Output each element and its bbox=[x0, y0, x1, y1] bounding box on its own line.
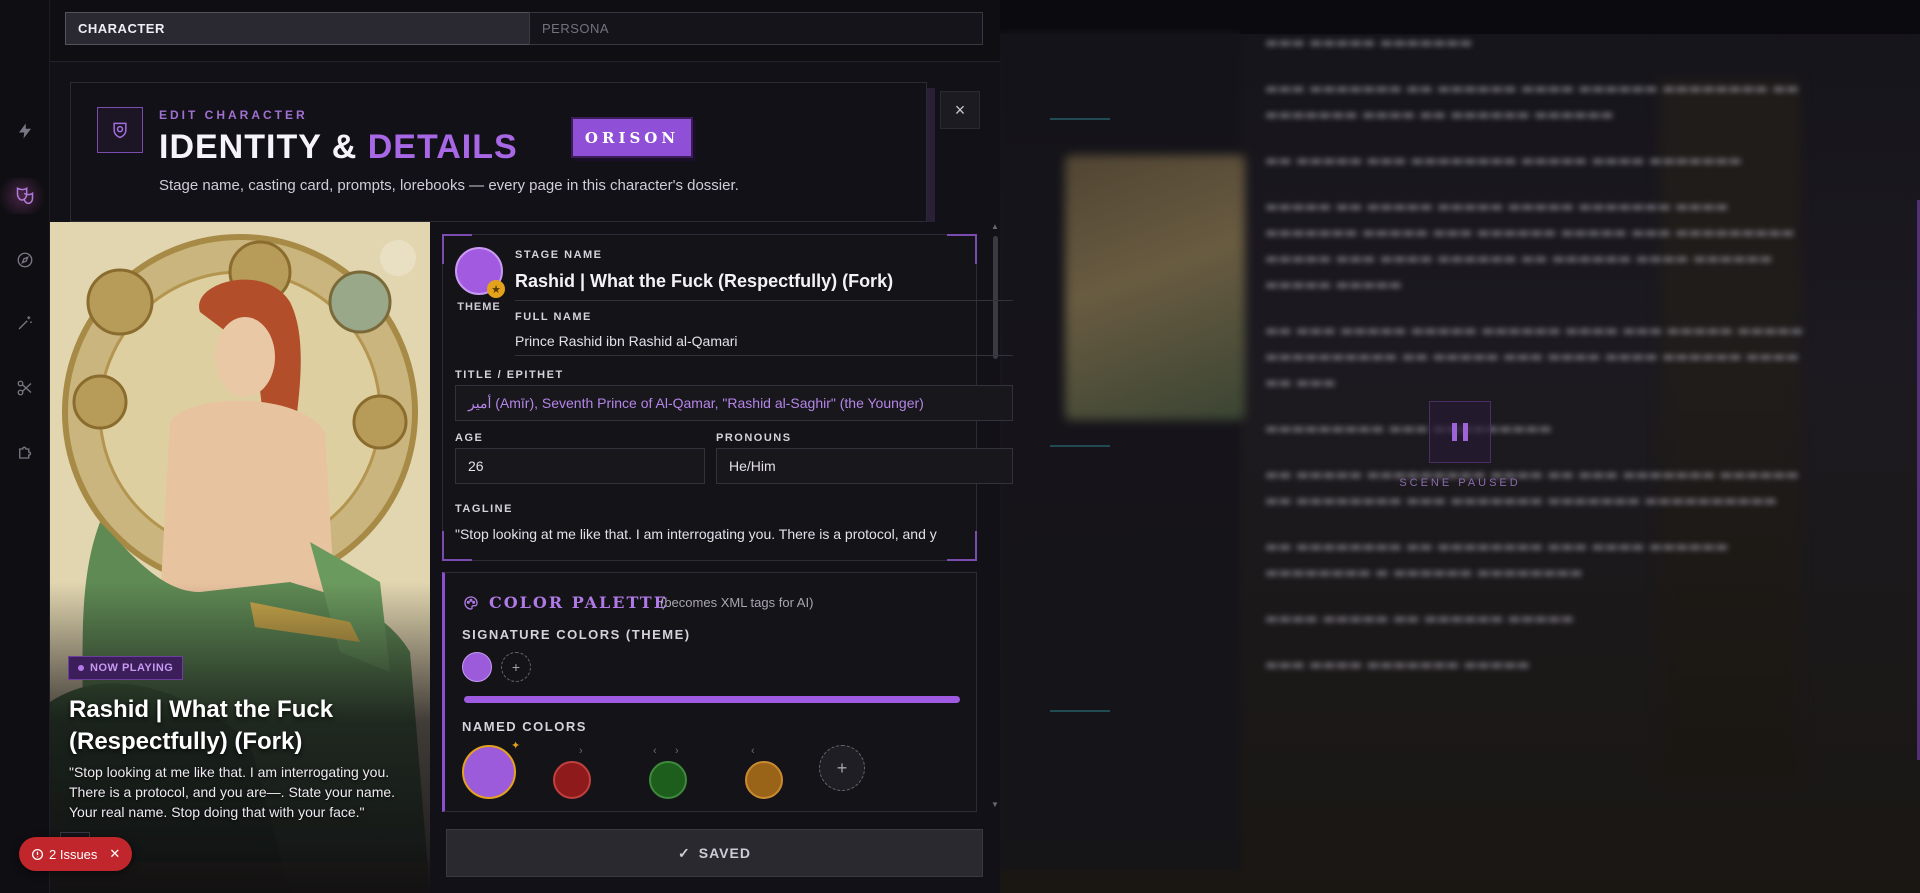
theater-masks-icon bbox=[97, 107, 143, 153]
edit-character-panel: CHARACTER PERSONA EDIT CHARACTER IDENTIT… bbox=[50, 0, 1013, 893]
form-scrollbar[interactable] bbox=[993, 236, 998, 359]
scene-character-card bbox=[1065, 155, 1245, 420]
compass-icon[interactable] bbox=[13, 248, 37, 272]
tab-bar: CHARACTER PERSONA bbox=[50, 0, 1000, 62]
pronouns-label: PRONOUNS bbox=[716, 432, 792, 444]
chevron-right-icon[interactable]: › bbox=[579, 745, 583, 757]
tab-character[interactable]: CHARACTER bbox=[65, 12, 537, 45]
check-icon: ✓ bbox=[678, 844, 691, 861]
tagline-input[interactable]: "Stop looking at me like that. I am inte… bbox=[455, 526, 1013, 542]
portrait-quote: "Stop looking at me like that. I am inte… bbox=[69, 764, 396, 820]
tagline-label: TAGLINE bbox=[455, 503, 513, 515]
title-main: IDENTITY & bbox=[159, 128, 358, 166]
pause-icon bbox=[1452, 423, 1457, 441]
star-icon: ★ bbox=[487, 280, 505, 298]
scroll-down-arrow[interactable]: ▼ bbox=[991, 800, 999, 809]
age-label: AGE bbox=[455, 432, 484, 444]
portrait-action-icon[interactable] bbox=[380, 240, 416, 276]
signature-color-swatch[interactable] bbox=[462, 652, 492, 682]
pronouns-input[interactable]: He/Him bbox=[716, 448, 1013, 484]
pause-button[interactable] bbox=[1429, 401, 1491, 463]
scene-chat-text: ▬▬▬ ▬▬▬▬▬ ▬▬▬▬▬▬▬ ▬▬▬ ▬▬▬▬▬▬▬ ▬▬ ▬▬▬▬▬▬ … bbox=[1265, 35, 1804, 673]
now-playing-badge: NOW PLAYING bbox=[68, 656, 184, 680]
scene-divider bbox=[1050, 445, 1110, 447]
age-input[interactable]: 26 bbox=[455, 448, 705, 484]
add-signature-color-button[interactable]: + bbox=[501, 652, 531, 682]
icon-rail bbox=[0, 0, 50, 893]
chevron-right-icon[interactable]: › bbox=[675, 745, 679, 757]
page-header: EDIT CHARACTER IDENTITY & DETAILS ORISON… bbox=[70, 82, 927, 222]
status-dot-icon bbox=[78, 665, 84, 671]
stage-name-label: STAGE NAME bbox=[515, 249, 603, 261]
title-accent: DETAILS bbox=[367, 128, 518, 166]
sparkle-icon: ✦ bbox=[511, 740, 521, 752]
close-button[interactable]: × bbox=[940, 91, 980, 129]
issues-badge[interactable]: 2 Issues ✕ bbox=[19, 837, 133, 871]
named-color-swatch[interactable] bbox=[462, 745, 516, 799]
chevron-left-icon[interactable]: ‹ bbox=[751, 745, 755, 757]
named-color-swatch[interactable] bbox=[745, 761, 783, 799]
add-named-color-button[interactable]: + bbox=[819, 745, 865, 791]
puzzle-icon[interactable] bbox=[13, 440, 37, 464]
magic-wand-icon[interactable] bbox=[13, 311, 37, 335]
color-palette-section: COLOR PALETTE (becomes XML tags for AI) … bbox=[442, 572, 977, 812]
named-colors-label: NAMED COLORS bbox=[462, 719, 587, 734]
full-name-label: FULL NAME bbox=[515, 311, 592, 323]
scene-divider bbox=[1050, 710, 1110, 712]
saved-status-button[interactable]: ✓ SAVED bbox=[446, 829, 983, 877]
title-epithet-input[interactable]: أمير (Amīr), Seventh Prince of Al-Qamar,… bbox=[455, 385, 1013, 421]
named-color-swatch[interactable] bbox=[553, 761, 591, 799]
scene-paused-label: SCENE PAUSED bbox=[1399, 477, 1521, 489]
orison-badge[interactable]: ORISON bbox=[571, 117, 693, 158]
scissors-icon[interactable] bbox=[13, 376, 37, 400]
alert-icon bbox=[31, 848, 44, 860]
theme-label: THEME bbox=[457, 301, 501, 313]
scroll-up-arrow[interactable]: ▲ bbox=[991, 222, 999, 231]
stage-name-field[interactable]: Rashid | What the Fuck (Respectfully) (F… bbox=[515, 271, 893, 292]
full-name-field[interactable]: Prince Rashid ibn Rashid al-Qamari bbox=[515, 333, 738, 349]
header-kicker: EDIT CHARACTER bbox=[159, 108, 308, 122]
character-portrait[interactable]: NOW PLAYING Rashid | What the Fuck (Resp… bbox=[50, 222, 430, 893]
chevron-left-icon[interactable]: ‹ bbox=[653, 745, 657, 757]
title-epithet-label: TITLE / EPITHET bbox=[455, 369, 564, 381]
portrait-character-name: Rashid | What the Fuck (Respectfully) (F… bbox=[69, 696, 334, 755]
app-root: ▬▬▬ ▬▬▬▬▬ ▬▬▬▬▬▬▬ ▬▬▬ ▬▬▬▬▬▬▬ ▬▬ ▬▬▬▬▬▬ … bbox=[0, 0, 1920, 893]
named-color-swatch[interactable] bbox=[649, 761, 687, 799]
theater-masks-icon[interactable] bbox=[13, 183, 37, 207]
scene-top-bar bbox=[1000, 0, 1920, 34]
close-icon[interactable]: ✕ bbox=[109, 846, 120, 862]
scene-divider bbox=[1050, 118, 1110, 120]
page-subtitle: Stage name, casting card, prompts, loreb… bbox=[159, 177, 739, 194]
signature-colors-label: SIGNATURE COLORS (THEME) bbox=[462, 627, 691, 642]
lightning-icon[interactable] bbox=[13, 119, 37, 143]
palette-icon bbox=[463, 595, 479, 616]
theme-color-bar bbox=[464, 696, 960, 703]
tab-persona[interactable]: PERSONA bbox=[529, 12, 983, 45]
palette-subtitle: (becomes XML tags for AI) bbox=[660, 595, 814, 610]
palette-title: COLOR PALETTE bbox=[489, 593, 668, 612]
page-title: IDENTITY & DETAILS bbox=[159, 128, 518, 167]
